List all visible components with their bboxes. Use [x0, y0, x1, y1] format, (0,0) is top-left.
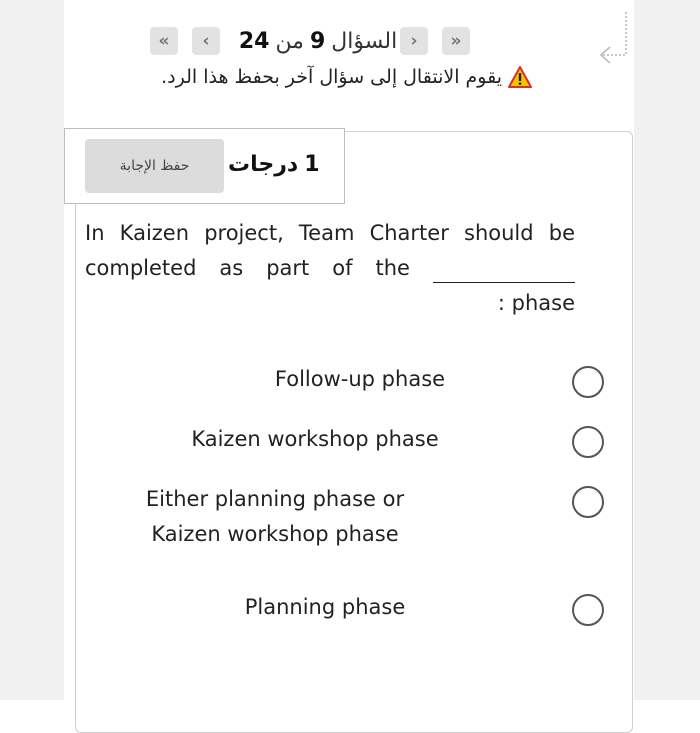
- warning-text: يقوم الانتقال إلى سؤال آخر بحفظ هذا الرد…: [161, 66, 502, 88]
- question-text-line-3: : phase: [497, 291, 575, 315]
- question-text-line-2: completed as part of the: [85, 256, 575, 283]
- option-2-label: Kaizen workshop phase: [191, 427, 439, 451]
- question-counter: السؤال 9 من 24: [228, 24, 408, 58]
- save-answer-button[interactable]: حفظ الإجابة: [85, 139, 224, 193]
- double-chevron-left-icon: «: [158, 31, 170, 51]
- left-margin: [0, 0, 64, 700]
- previous-question-button[interactable]: ‹: [192, 27, 220, 55]
- option-1-radio[interactable]: [572, 366, 604, 398]
- option-4-radio[interactable]: [572, 594, 604, 626]
- points-value: 1: [304, 151, 320, 177]
- chevron-left-icon: ‹: [202, 31, 210, 51]
- double-chevron-right-icon: »: [450, 31, 462, 51]
- total-questions: 24: [238, 28, 270, 54]
- answer-blank: [432, 256, 575, 283]
- question-points: 1 درجات: [228, 148, 334, 180]
- option-3-radio[interactable]: [572, 486, 604, 518]
- question-navigation: « ‹ السؤال 9 من 24 › »: [150, 24, 472, 58]
- next-question-button[interactable]: ›: [400, 27, 428, 55]
- question-word: السؤال: [331, 28, 398, 54]
- option-3-label: Either planning phase or Kaizen workshop…: [145, 487, 405, 546]
- right-margin: [634, 0, 700, 700]
- option-1-label: Follow-up phase: [274, 367, 446, 391]
- last-question-button[interactable]: »: [442, 27, 470, 55]
- navigation-warning: يقوم الانتقال إلى سؤال آخر بحفظ هذا الرد…: [104, 62, 532, 92]
- warning-icon: [508, 66, 532, 88]
- points-label: درجات: [228, 151, 299, 177]
- current-question-number: 9: [309, 28, 326, 54]
- option-2-radio[interactable]: [572, 426, 604, 458]
- return-arrow-icon: [599, 12, 627, 64]
- chevron-right-icon: ›: [410, 31, 418, 51]
- first-question-button[interactable]: «: [150, 27, 178, 55]
- option-4-label: Planning phase: [244, 595, 406, 619]
- question-text-line-1: In Kaizen project, Team Charter should b…: [85, 221, 575, 245]
- of-word: من: [275, 28, 304, 54]
